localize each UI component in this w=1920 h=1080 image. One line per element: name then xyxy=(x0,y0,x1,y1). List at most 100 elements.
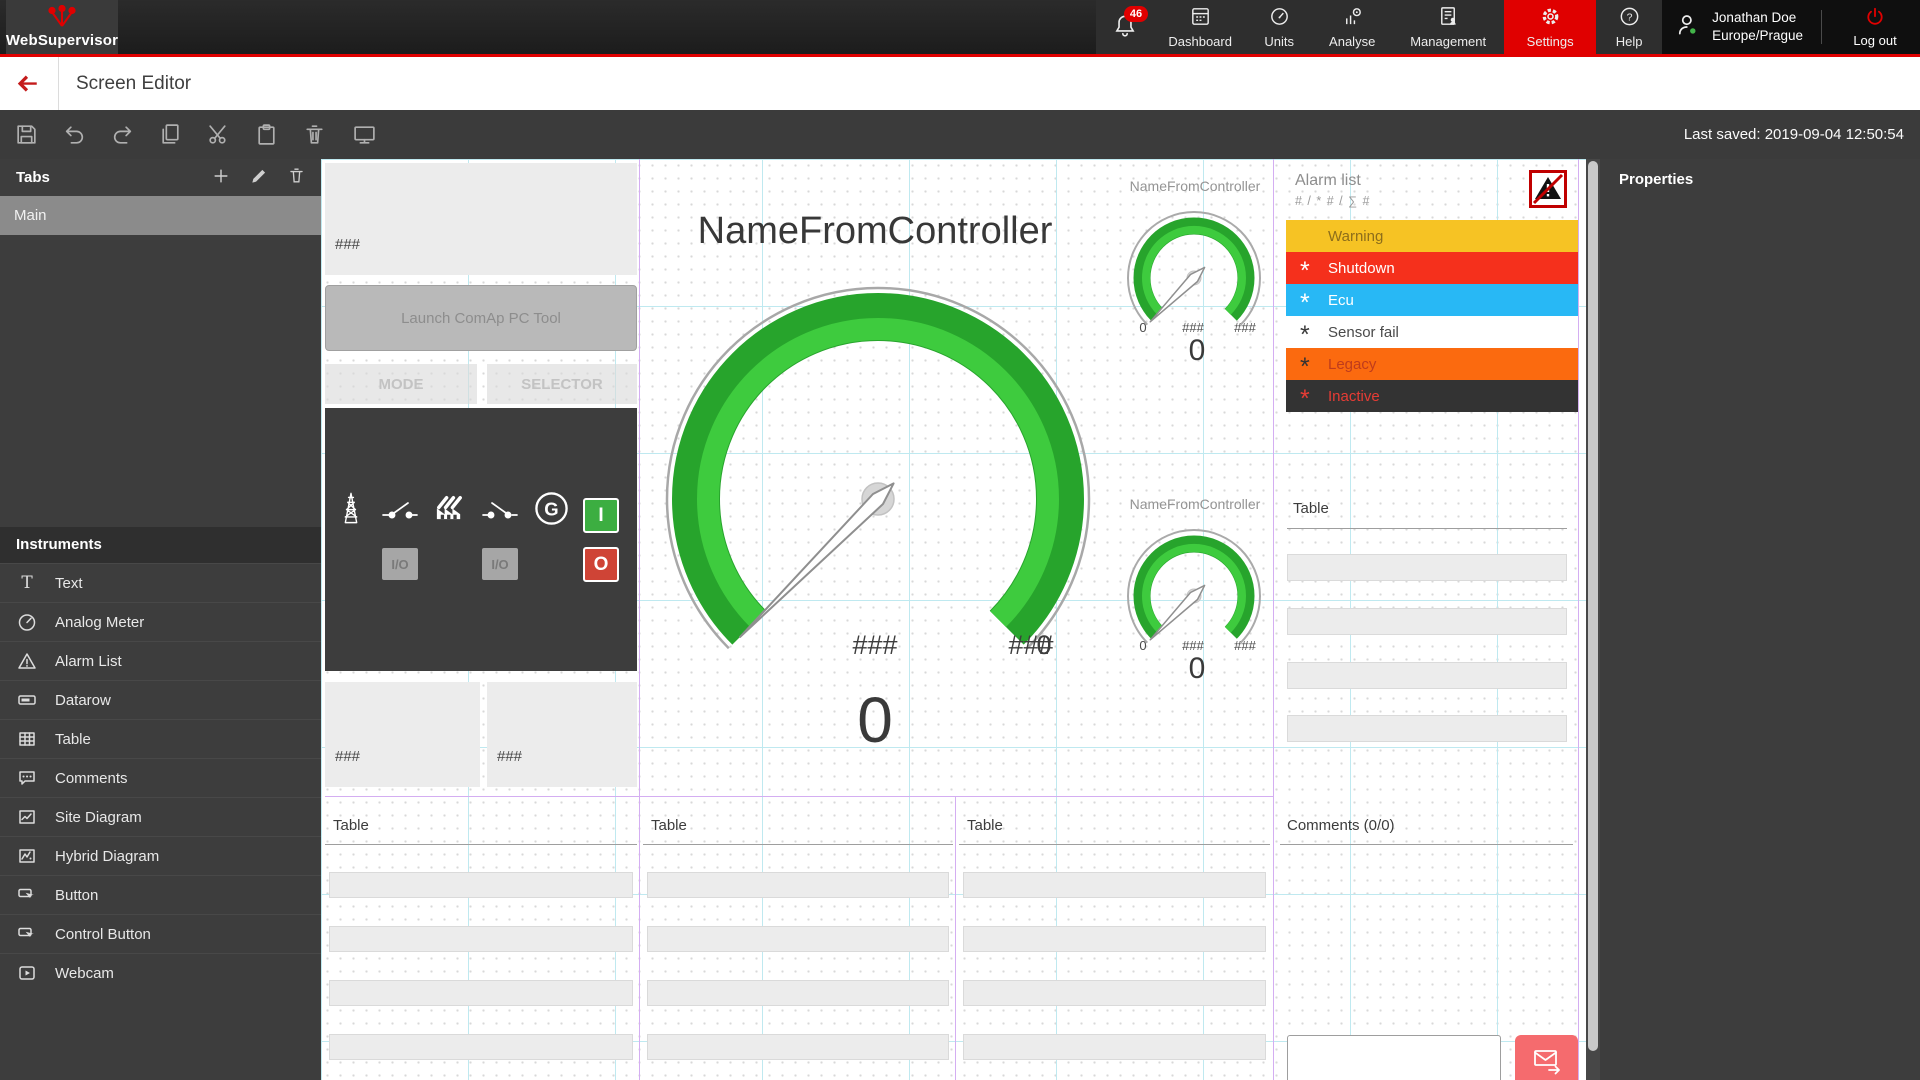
site-diagram-widget[interactable]: G I O I/O I/O xyxy=(325,408,637,671)
user-avatar-icon[interactable] xyxy=(1676,12,1702,43)
nav-item-dashboard[interactable]: Dashboard xyxy=(1154,0,1246,54)
small-gauge-max: ### xyxy=(1220,638,1270,653)
dashboard-icon xyxy=(1189,5,1212,31)
save-button[interactable] xyxy=(14,122,39,147)
alarm-row[interactable]: * Shutdown xyxy=(1286,252,1578,284)
cut-button[interactable] xyxy=(206,122,231,147)
table-row xyxy=(647,980,949,1006)
breaker-close-button[interactable]: I xyxy=(583,498,619,533)
back-button[interactable] xyxy=(14,71,40,97)
power-icon xyxy=(1864,6,1886,31)
logout-button[interactable]: Log out xyxy=(1840,6,1910,48)
small-analog-gauge[interactable] xyxy=(1120,518,1270,658)
gauge-icon xyxy=(1268,5,1291,31)
table-row xyxy=(963,980,1266,1006)
user-info[interactable]: Jonathan Doe Europe/Prague xyxy=(1712,9,1803,44)
alarm-label: Ecu xyxy=(1328,292,1354,309)
generator-icon: G xyxy=(533,490,570,532)
warning-triangle-icon xyxy=(14,650,40,672)
alarm-star: * xyxy=(1300,288,1320,318)
guide-line xyxy=(1273,159,1274,1080)
send-comment-button[interactable] xyxy=(1515,1035,1578,1080)
alarm-label: Shutdown xyxy=(1328,260,1395,277)
nav-item-analyse[interactable]: Analyse xyxy=(1312,0,1392,54)
page-title: Screen Editor xyxy=(76,57,191,110)
io-button[interactable]: I/O xyxy=(382,548,418,580)
main-analog-gauge[interactable] xyxy=(655,270,1105,665)
notifications-button[interactable]: 46 xyxy=(1096,0,1154,54)
delete-button[interactable] xyxy=(302,122,327,147)
instrument-hybrid-diagram[interactable]: Hybrid Diagram xyxy=(0,836,321,875)
alarm-ack-icon[interactable] xyxy=(1529,170,1567,208)
small-gauge-value: 0 xyxy=(1157,334,1237,368)
comments-title: Comments (0/0) xyxy=(1287,817,1395,834)
instrument-alarm-list[interactable]: Alarm List xyxy=(0,641,321,680)
table-row xyxy=(329,980,633,1006)
nav-item-management[interactable]: Management xyxy=(1392,0,1504,54)
instrument-datarow[interactable]: Datarow xyxy=(0,680,321,719)
instrument-webcam[interactable]: Webcam xyxy=(0,953,321,992)
alarm-rows: Warning * Shutdown * Ecu * Sensor fail *… xyxy=(1286,220,1578,412)
alarm-label: Legacy xyxy=(1328,356,1376,373)
nav-item-units[interactable]: Units xyxy=(1246,0,1312,54)
alarm-row[interactable]: Warning xyxy=(1286,220,1578,252)
guide-line xyxy=(1578,159,1579,1080)
guide-line xyxy=(325,796,1273,797)
io-button[interactable]: I/O xyxy=(482,548,518,580)
text-placeholder: ### xyxy=(497,748,522,765)
instrument-text[interactable]: T Text xyxy=(0,563,321,602)
table-title: Table xyxy=(1293,500,1329,517)
editor-canvas[interactable]: ### Launch ComAp PC Tool MODE SELECTOR xyxy=(321,159,1586,1080)
small-gauge-value: 0 xyxy=(1157,652,1237,686)
brand-name: WebSupervisor xyxy=(6,32,118,49)
guide-line xyxy=(955,796,956,1080)
alarm-row[interactable]: * Legacy xyxy=(1286,348,1578,380)
user-name: Jonathan Doe xyxy=(1712,9,1803,27)
launch-comap-button[interactable]: Launch ComAp PC Tool xyxy=(325,285,637,351)
screen-editor-app: WebSupervisor 46 Da xyxy=(0,0,1920,1080)
instrument-site-diagram[interactable]: Site Diagram xyxy=(0,797,321,836)
table-row xyxy=(963,926,1266,952)
scrollbar-thumb[interactable] xyxy=(1588,161,1598,1051)
selector-button[interactable]: SELECTOR xyxy=(487,364,637,404)
delete-tab-button[interactable] xyxy=(287,166,309,188)
analyse-icon xyxy=(1341,5,1364,31)
webcam-icon xyxy=(14,962,40,984)
gear-icon xyxy=(1539,5,1562,31)
comments-icon xyxy=(14,767,40,789)
alarm-star: * xyxy=(1300,320,1320,350)
breaker-open-icon xyxy=(382,500,418,525)
instruments-panel: Instruments T Text Analog Meter Alarm Li… xyxy=(0,527,321,992)
instrument-button[interactable]: Button xyxy=(0,875,321,914)
editor-toolbar: Last saved: 2019-09-04 12:50:54 xyxy=(0,110,1920,159)
nav-item-help[interactable]: ? Help xyxy=(1596,0,1662,54)
copy-button[interactable] xyxy=(158,122,183,147)
brand-logo[interactable]: WebSupervisor xyxy=(6,0,118,54)
instrument-comments[interactable]: Comments xyxy=(0,758,321,797)
page-header: Screen Editor xyxy=(0,57,1920,110)
alarm-star: * xyxy=(1300,352,1320,382)
nav-item-label: Management xyxy=(1410,34,1486,49)
redo-button[interactable] xyxy=(110,122,135,147)
tab-item-main[interactable]: Main xyxy=(0,196,321,235)
text-widget[interactable]: ### xyxy=(325,163,637,275)
breaker-open-button[interactable]: O xyxy=(583,547,619,582)
alarm-row[interactable]: * Inactive xyxy=(1286,380,1578,412)
comment-input[interactable] xyxy=(1287,1035,1501,1080)
notification-badge: 46 xyxy=(1124,6,1148,22)
instrument-analog-meter[interactable]: Analog Meter xyxy=(0,602,321,641)
paste-button[interactable] xyxy=(254,122,279,147)
undo-button[interactable] xyxy=(62,122,87,147)
mode-button[interactable]: MODE xyxy=(325,364,477,404)
edit-tab-button[interactable] xyxy=(249,166,271,188)
instrument-control-button[interactable]: Control Button xyxy=(0,914,321,953)
add-tab-button[interactable] xyxy=(211,166,233,188)
preview-button[interactable] xyxy=(352,122,377,147)
alarm-row[interactable]: * Sensor fail xyxy=(1286,316,1578,348)
nav-item-settings[interactable]: Settings xyxy=(1504,0,1596,54)
alarm-row[interactable]: * Ecu xyxy=(1286,284,1578,316)
text-widget[interactable]: ### xyxy=(487,682,637,787)
instrument-table[interactable]: Table xyxy=(0,719,321,758)
text-widget[interactable]: ### xyxy=(325,682,480,787)
small-analog-gauge[interactable] xyxy=(1120,200,1270,340)
